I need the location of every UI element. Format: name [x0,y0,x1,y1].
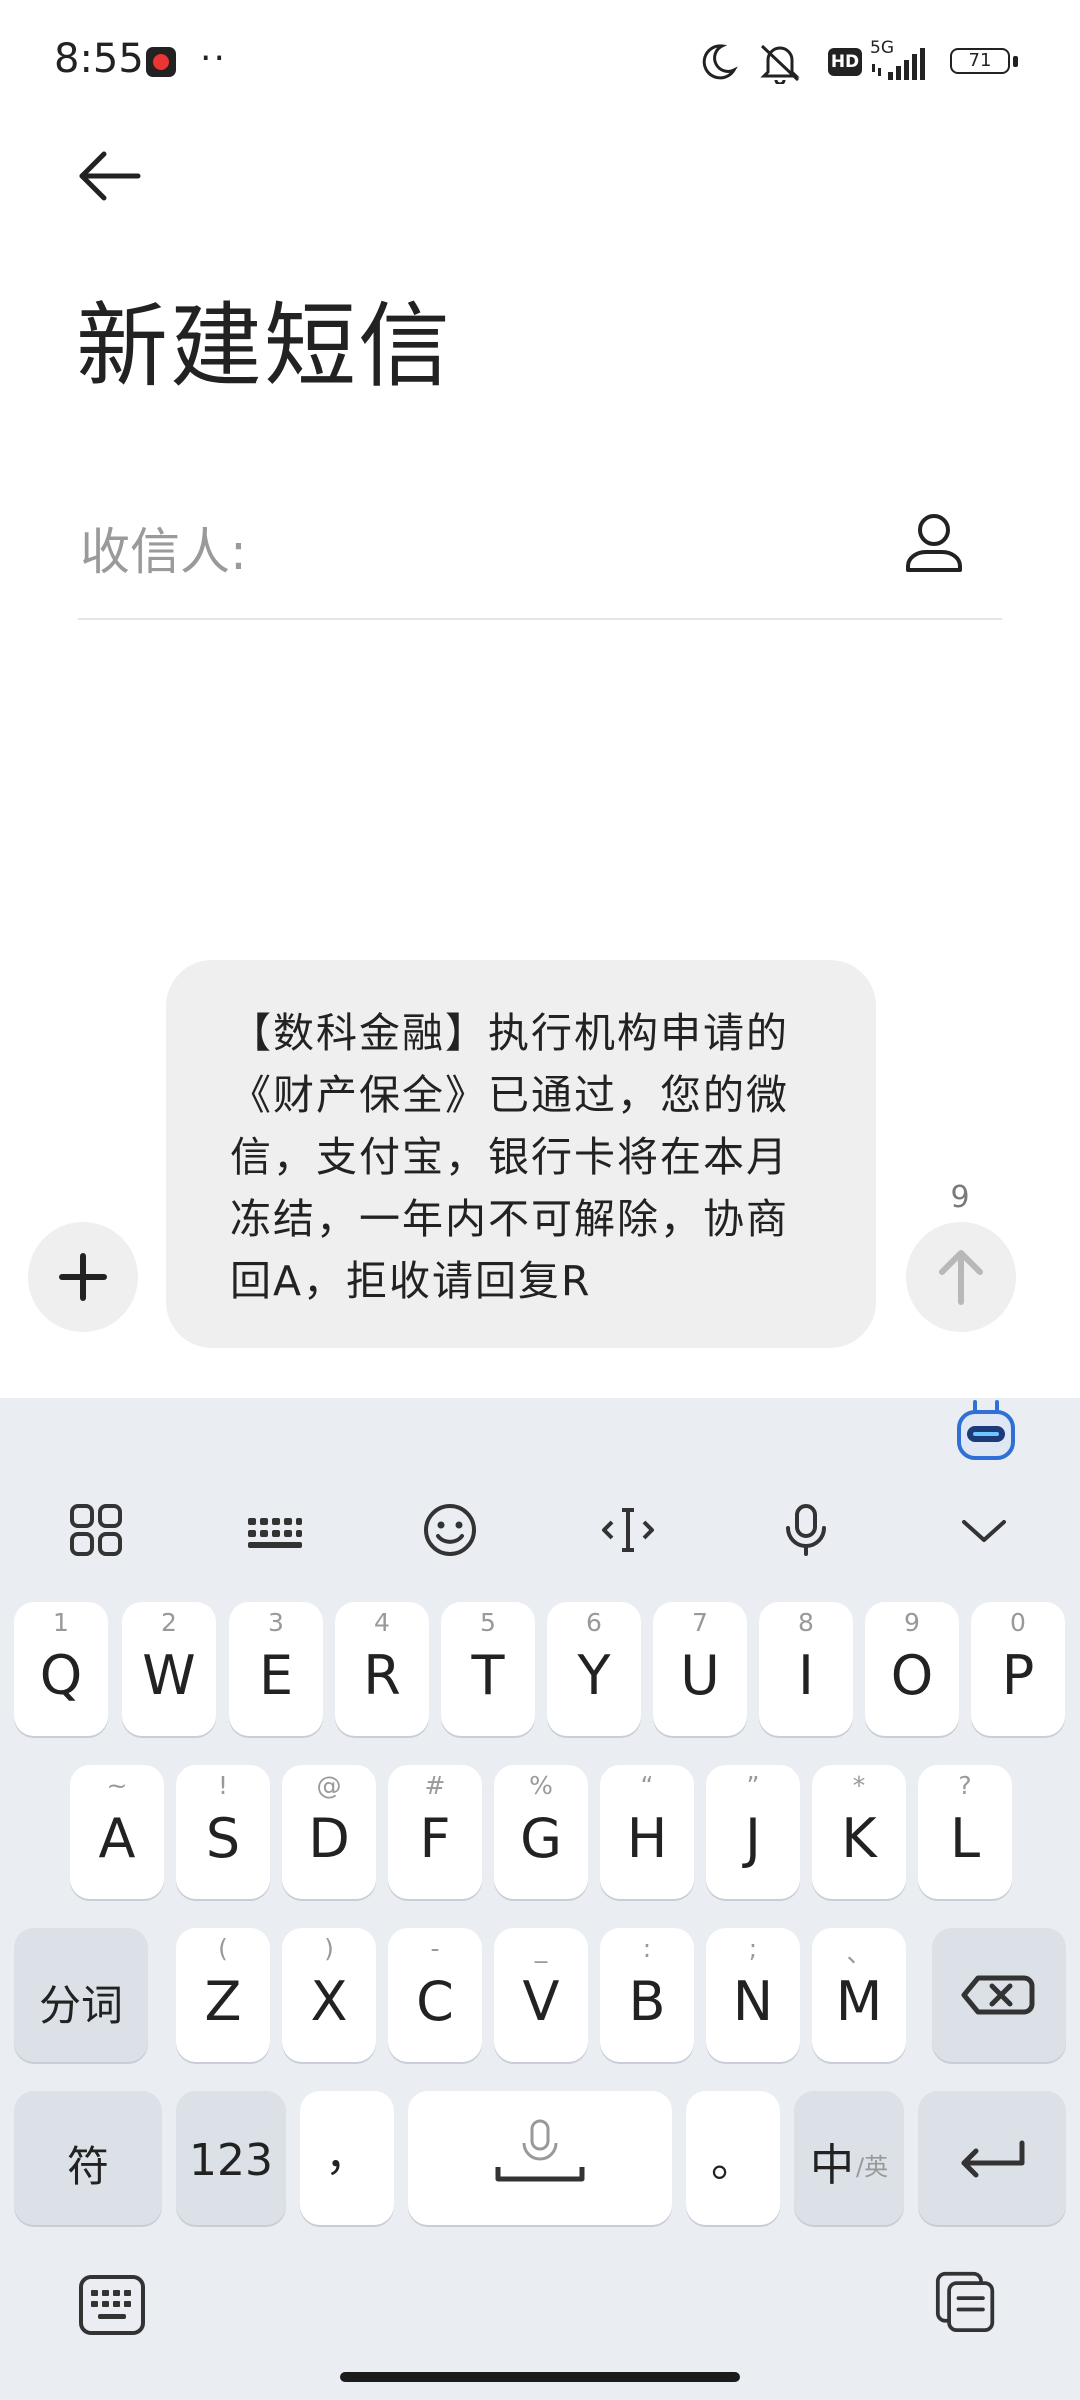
key-r[interactable]: 4R [335,1602,429,1736]
status-bar: 8:55 ·· HD 5G 71 [0,0,1080,120]
cellular-signal-icon: 5G [870,38,928,84]
keyboard-layout-icon[interactable] [244,1500,304,1560]
add-attachment-button[interactable] [28,1222,138,1332]
more-notifications-indicator: ·· [200,38,227,79]
clipboard-icon[interactable] [932,2270,1000,2332]
keyboard-assistant-robot-icon[interactable] [955,1400,1017,1464]
language-alt-label: /英 [856,2153,889,2181]
key-o[interactable]: 9O [865,1602,959,1736]
key-m[interactable]: 、 M [812,1928,906,2062]
recipient-divider [78,618,1002,620]
key-q[interactable]: 1Q [14,1602,108,1736]
character-counter: 9 [950,1180,970,1215]
key-x[interactable]: ) X [282,1928,376,2062]
period-key[interactable]: 。 [686,2091,780,2225]
enter-key[interactable] [918,2091,1066,2225]
key-t[interactable]: 5T [441,1602,535,1736]
key-d[interactable]: @ D [282,1765,376,1899]
key-b[interactable]: :B [600,1928,694,2062]
soft-keyboard [0,1398,1080,2400]
key-v[interactable]: _ V [494,1928,588,2062]
backspace-icon [961,1975,1035,2015]
key-g[interactable]: % G [494,1765,588,1899]
key-e[interactable]: 3E [229,1602,323,1736]
key-l[interactable]: ? L [918,1765,1012,1899]
back-arrow-icon[interactable] [74,140,146,212]
silent-mode-bell-off-icon [760,44,800,84]
enter-return-icon [961,2140,1025,2178]
message-text[interactable]: 【数科金融】执行机构申请的《财产保全》已通过，您的微信，支付宝，银行卡将在本月冻… [230,1002,812,1312]
microphone-icon[interactable] [776,1500,836,1560]
emoji-smile-icon[interactable] [420,1500,480,1560]
key-i[interactable]: 8I [759,1602,853,1736]
key-u[interactable]: 7U [653,1602,747,1736]
segment-key[interactable]: 分词 [14,1928,148,2062]
numbers-key[interactable]: 123 [176,2091,286,2225]
do-not-disturb-moon-icon [702,44,738,80]
key-p[interactable]: 0P [971,1602,1065,1736]
message-input[interactable]: 【数科金融】执行机构申请的《财产保全》已通过，您的微信，支付宝，银行卡将在本月冻… [166,960,876,1348]
video-app-notification-icon [146,47,176,77]
symbols-key[interactable]: 符 [14,2091,162,2225]
collapse-keyboard-chevron-icon[interactable] [954,1500,1014,1560]
battery-level: 71 [968,50,992,71]
apps-grid-icon[interactable] [66,1500,126,1560]
page-title: 新建短信 [76,293,453,400]
hd-voice-icon: HD [828,48,862,76]
key-s[interactable]: ! S [176,1765,270,1899]
send-button[interactable] [906,1222,1016,1332]
home-indicator[interactable] [340,2372,740,2382]
send-arrow-up-icon [939,1250,983,1305]
status-time: 8:55 [54,36,144,82]
key-w[interactable]: 2W [122,1602,216,1736]
contact-person-icon[interactable] [900,508,968,576]
backspace-key[interactable] [932,1928,1066,2062]
key-c[interactable]: -C [388,1928,482,2062]
key-z[interactable]: (Z [176,1928,270,2062]
key-n[interactable]: ; N [706,1928,800,2062]
key-k[interactable]: * K [812,1765,906,1899]
key-j[interactable]: ” J [706,1765,800,1899]
key-f[interactable]: # F [388,1765,482,1899]
space-voice-icon [495,2119,585,2182]
cursor-edit-icon[interactable] [598,1500,658,1560]
space-key[interactable] [408,2091,672,2225]
plus-icon [59,1253,107,1301]
key-y[interactable]: 6Y [547,1602,641,1736]
comma-key[interactable]: ， [300,2091,394,2225]
language-main-label: 中 [810,2140,854,2191]
key-h[interactable]: “H [600,1765,694,1899]
recipient-field-label[interactable]: 收信人: [80,512,247,584]
key-a[interactable]: ~ A [70,1765,164,1899]
language-switch-key[interactable]: 中 /英 [794,2091,904,2225]
keyboard-switch-icon[interactable] [78,2274,146,2336]
battery-icon: 71 [950,48,1018,76]
